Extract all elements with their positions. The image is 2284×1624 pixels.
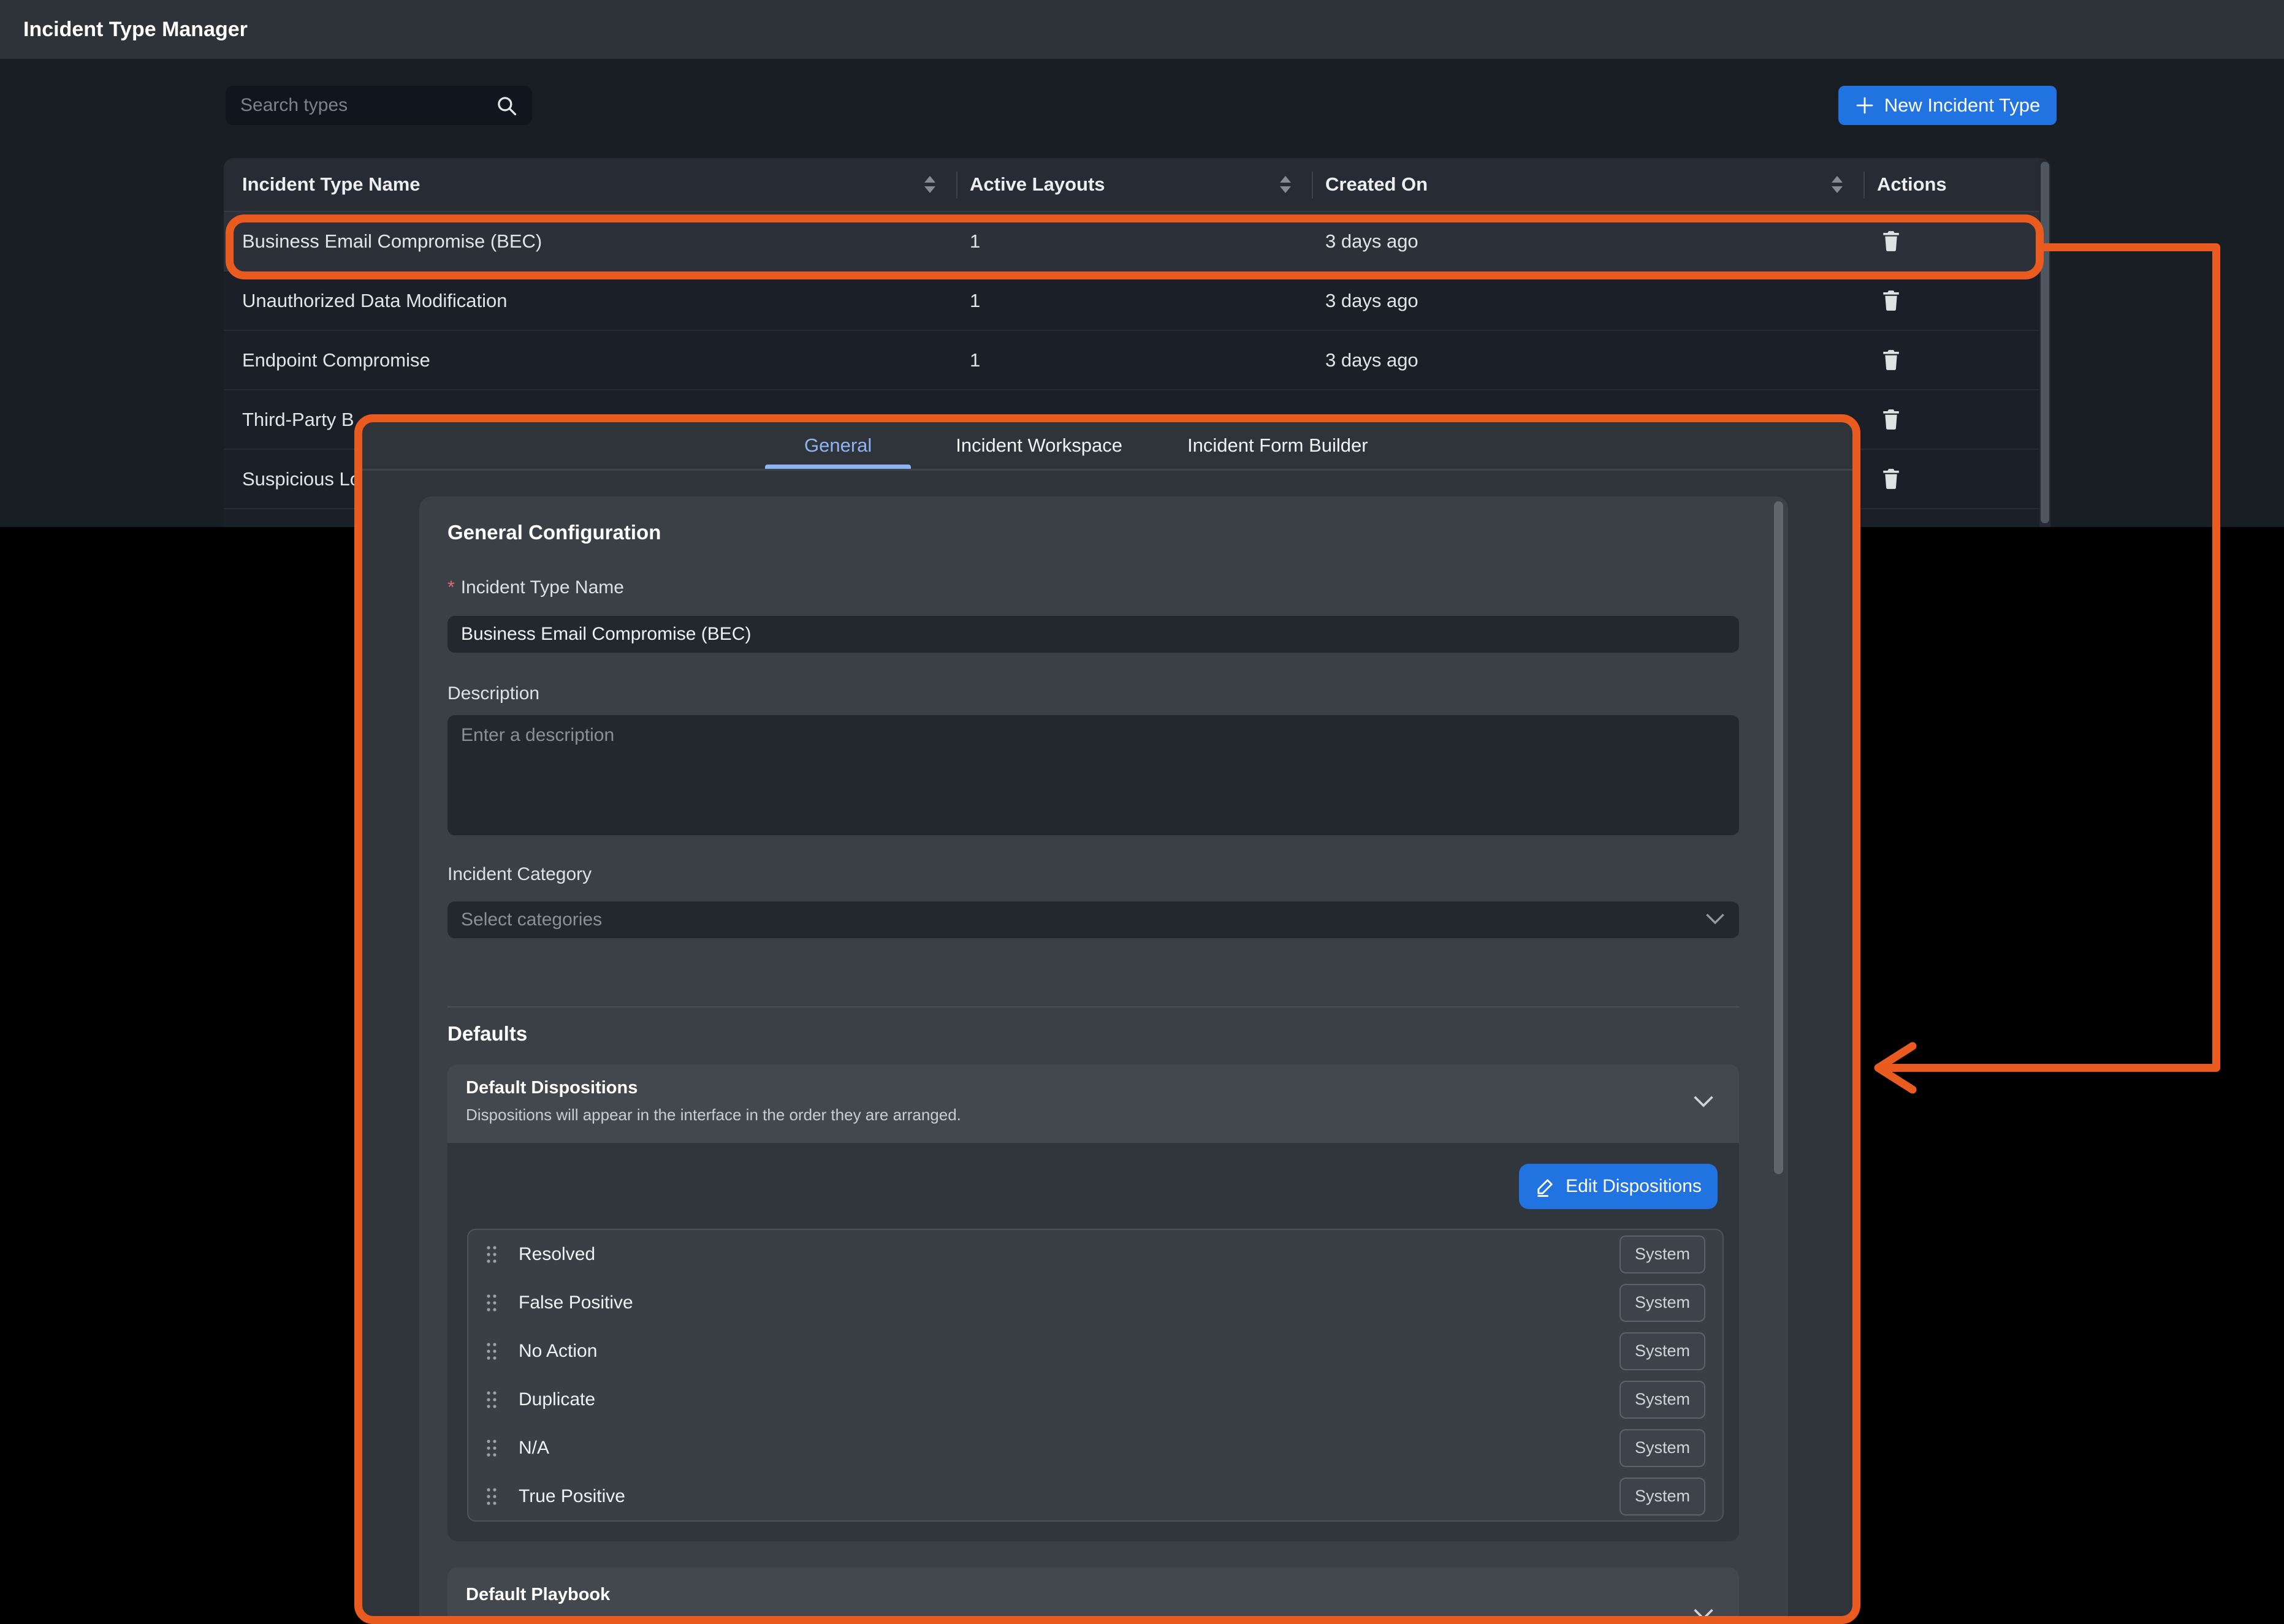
system-badge: System bbox=[1620, 1332, 1705, 1370]
default-dispositions-subtitle: Dispositions will appear in the interfac… bbox=[466, 1106, 1721, 1125]
table-row[interactable]: Business Email Compromise (BEC)13 days a… bbox=[224, 212, 2050, 271]
defaults-heading: Defaults bbox=[447, 1022, 527, 1045]
table-header-row: Incident Type Name Active Layouts Create… bbox=[224, 158, 2050, 212]
incident-category-label: Incident Category bbox=[447, 864, 592, 885]
general-configuration-heading: General Configuration bbox=[447, 521, 661, 544]
description-textarea[interactable] bbox=[447, 715, 1739, 835]
default-dispositions-card: Default Dispositions Dispositions will a… bbox=[447, 1064, 1739, 1541]
edit-dispositions-button[interactable]: Edit Dispositions bbox=[1519, 1164, 1718, 1209]
general-settings-panel: General Configuration *Incident Type Nam… bbox=[419, 496, 1788, 1624]
incident-type-name-input[interactable] bbox=[447, 616, 1739, 653]
default-dispositions-title: Default Dispositions bbox=[466, 1078, 1721, 1098]
disposition-label: True Positive bbox=[519, 1486, 625, 1507]
new-incident-type-button[interactable]: New Incident Type bbox=[1838, 86, 2057, 125]
required-marker: * bbox=[447, 577, 455, 598]
default-playbook-card[interactable]: Default Playbook bbox=[447, 1568, 1739, 1624]
disposition-label: Duplicate bbox=[519, 1389, 595, 1410]
dispositions-list: ResolvedSystemFalse PositiveSystemNo Act… bbox=[467, 1229, 1724, 1522]
column-header-active-layouts[interactable]: Active Layouts bbox=[956, 158, 1312, 211]
annotation-arrow-head bbox=[1878, 1046, 1913, 1090]
delete-incident-type-button[interactable] bbox=[1881, 288, 1901, 313]
tab-incident-form-builder[interactable]: Incident Form Builder bbox=[1167, 422, 1388, 469]
delete-incident-type-button[interactable] bbox=[1881, 347, 1901, 373]
trash-icon bbox=[1881, 347, 1901, 371]
tab-incident-workspace[interactable]: Incident Workspace bbox=[935, 422, 1143, 469]
disposition-label: No Action bbox=[519, 1341, 597, 1362]
trash-icon bbox=[1881, 466, 1901, 490]
system-badge: System bbox=[1620, 1381, 1705, 1419]
disposition-label: N/A bbox=[519, 1438, 549, 1459]
tab-general[interactable]: General bbox=[765, 422, 911, 469]
trash-icon bbox=[1881, 407, 1901, 430]
cell-incident-type-name: Unauthorized Data Modification bbox=[224, 290, 956, 312]
delete-incident-type-button[interactable] bbox=[1881, 466, 1901, 491]
default-playbook-title: Default Playbook bbox=[466, 1585, 1721, 1605]
column-header-incident-type-name[interactable]: Incident Type Name bbox=[224, 158, 956, 211]
table-row[interactable]: Unauthorized Data Modification13 days ag… bbox=[224, 271, 2050, 331]
modal-scrollbar-thumb[interactable] bbox=[1774, 501, 1783, 1174]
cell-incident-type-name: Endpoint Compromise bbox=[224, 349, 956, 371]
incident-type-editor-modal: General Incident Workspace Incident Form… bbox=[362, 422, 1853, 1624]
incident-category-select[interactable]: Select categories bbox=[447, 901, 1739, 938]
chevron-down-icon[interactable] bbox=[1692, 1094, 1715, 1112]
description-label: Description bbox=[447, 683, 539, 704]
cell-active-layouts: 1 bbox=[956, 290, 1312, 312]
delete-incident-type-button[interactable] bbox=[1881, 229, 1901, 254]
system-badge: System bbox=[1620, 1478, 1705, 1516]
disposition-row: Resolved System bbox=[468, 1230, 1723, 1278]
table-row[interactable]: Endpoint Compromise13 days ago bbox=[224, 331, 2050, 390]
drag-handle-icon[interactable] bbox=[485, 1438, 498, 1459]
disposition-label: False Positive bbox=[519, 1292, 633, 1313]
system-badge: System bbox=[1620, 1284, 1705, 1322]
disposition-label: Resolved bbox=[519, 1244, 595, 1265]
pencil-icon bbox=[1535, 1176, 1556, 1197]
drag-handle-icon[interactable] bbox=[485, 1292, 498, 1313]
default-dispositions-body: Edit Dispositions ResolvedSystemFalse Po… bbox=[447, 1143, 1739, 1541]
disposition-row: True Positive System bbox=[468, 1472, 1723, 1520]
sort-icon[interactable] bbox=[1280, 176, 1291, 193]
modal-tab-bar: General Incident Workspace Incident Form… bbox=[362, 422, 1853, 471]
search-input[interactable] bbox=[226, 86, 532, 125]
disposition-row: False Positive System bbox=[468, 1278, 1723, 1327]
chevron-down-icon bbox=[1705, 909, 1726, 930]
trash-icon bbox=[1881, 229, 1901, 252]
disposition-row: N/A System bbox=[468, 1424, 1723, 1472]
cell-active-layouts: 1 bbox=[956, 349, 1312, 371]
chevron-down-icon[interactable] bbox=[1692, 1607, 1715, 1624]
column-header-actions: Actions bbox=[1863, 158, 2039, 211]
drag-handle-icon[interactable] bbox=[485, 1244, 498, 1265]
section-divider bbox=[447, 1006, 1739, 1007]
cell-created-on: 3 days ago bbox=[1312, 230, 1863, 252]
column-header-created-on[interactable]: Created On bbox=[1312, 158, 1863, 211]
cell-active-layouts: 1 bbox=[956, 230, 1312, 252]
top-bar: Incident Type Manager bbox=[0, 0, 2284, 59]
drag-handle-icon[interactable] bbox=[485, 1486, 498, 1507]
delete-incident-type-button[interactable] bbox=[1881, 407, 1901, 432]
drag-handle-icon[interactable] bbox=[485, 1389, 498, 1410]
table-scrollbar-thumb[interactable] bbox=[2041, 162, 2049, 523]
sort-icon[interactable] bbox=[924, 176, 935, 193]
cell-created-on: 3 days ago bbox=[1312, 290, 1863, 312]
system-badge: System bbox=[1620, 1235, 1705, 1273]
incident-type-name-label: *Incident Type Name bbox=[447, 577, 624, 598]
default-dispositions-header[interactable]: Default Dispositions Dispositions will a… bbox=[447, 1064, 1739, 1143]
table-scrollbar[interactable] bbox=[2039, 158, 2050, 527]
plus-icon bbox=[1855, 96, 1875, 115]
search-box bbox=[226, 86, 532, 125]
cell-created-on: 3 days ago bbox=[1312, 349, 1863, 371]
sort-icon[interactable] bbox=[1832, 176, 1843, 193]
cell-incident-type-name: Business Email Compromise (BEC) bbox=[224, 230, 956, 252]
system-badge: System bbox=[1620, 1429, 1705, 1467]
disposition-row: No Action System bbox=[468, 1327, 1723, 1375]
disposition-row: Duplicate System bbox=[468, 1375, 1723, 1424]
search-icon bbox=[495, 94, 519, 121]
drag-handle-icon[interactable] bbox=[485, 1341, 498, 1362]
trash-icon bbox=[1881, 288, 1901, 311]
page-title: Incident Type Manager bbox=[23, 0, 248, 59]
